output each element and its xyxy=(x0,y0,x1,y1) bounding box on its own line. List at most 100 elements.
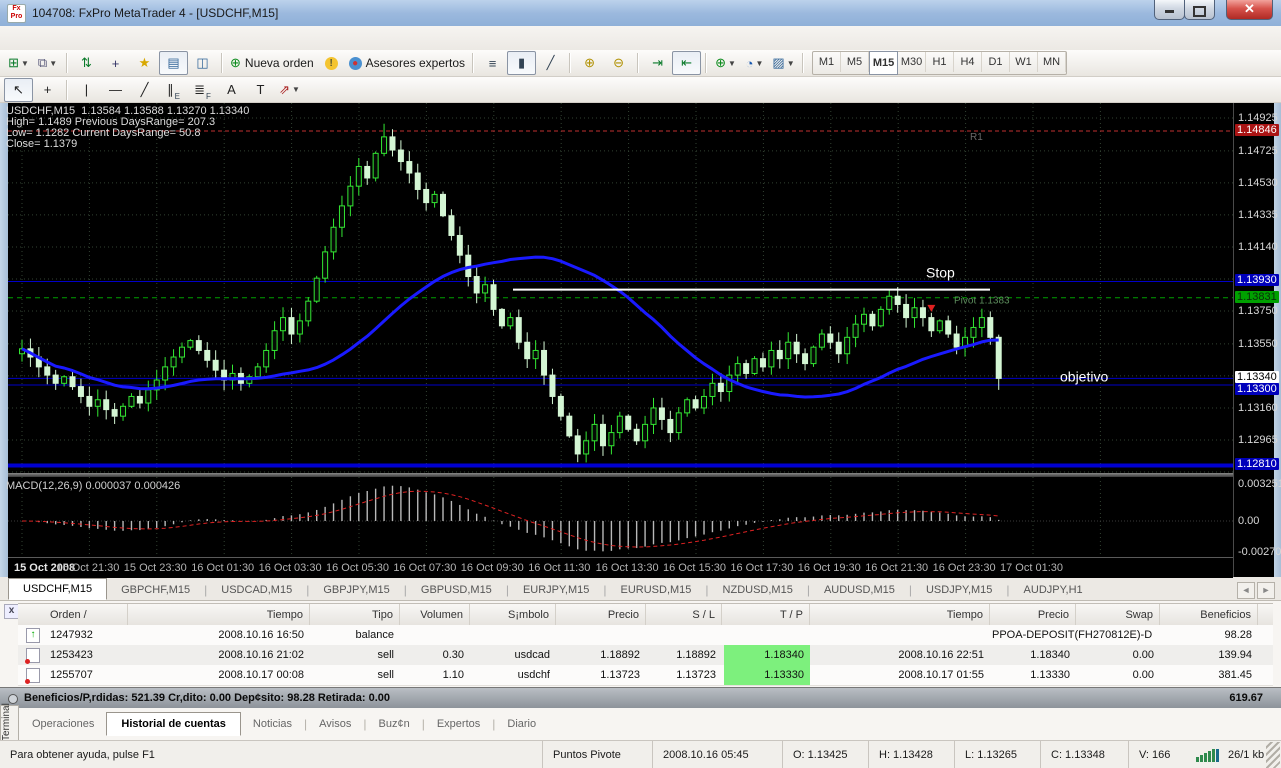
new-order-button[interactable]: ⊕Nueva orden xyxy=(227,51,317,75)
templates-caret-icon[interactable]: ▼ xyxy=(787,59,795,68)
minimize-button[interactable] xyxy=(1154,0,1185,20)
pivot-label[interactable]: Pivot 1.1383 xyxy=(954,296,1010,307)
arrows-tool-icon[interactable]: ⇗▼ xyxy=(275,78,304,102)
objetivo-label[interactable]: objetivo xyxy=(1060,369,1108,385)
time-axis[interactable]: 15 Oct 200815 Oct 21:3015 Oct 23:3016 Oc… xyxy=(8,557,1233,578)
zoom-out-icon: ⊖ xyxy=(613,55,624,71)
column-header-t-p[interactable]: T / P xyxy=(724,604,810,626)
line-chart-mode-icon[interactable]: ╱ xyxy=(536,51,565,75)
text-label-tool-icon[interactable]: T xyxy=(246,78,275,102)
timeframe-d1[interactable]: D1 xyxy=(982,52,1010,72)
timeframe-m1[interactable]: M1 xyxy=(813,52,841,72)
column-header-tiempo-2[interactable]: Tiempo xyxy=(812,604,990,626)
chart-tab-gbpjpy-m15[interactable]: GBPJPY,M15 xyxy=(309,580,403,600)
cell-tipo: sell xyxy=(312,665,400,685)
chart-tab-usdchf-m15[interactable]: USDCHF,M15 xyxy=(8,578,107,600)
profiles-icon[interactable]: ⧉▼ xyxy=(33,51,62,75)
indicators-icon[interactable]: ⊕▼ xyxy=(711,51,740,75)
chart-tab-eurjpy-m15[interactable]: EURJPY,M15 xyxy=(509,580,603,600)
column-header-precio[interactable]: Precio xyxy=(558,604,646,626)
timeframe-m30[interactable]: M30 xyxy=(898,52,926,72)
chart-tab-gbpusd-m15[interactable]: GBPUSD,M15 xyxy=(407,580,506,600)
timeframe-h4[interactable]: H4 xyxy=(954,52,982,72)
terminal-panel-icon[interactable]: ▤ xyxy=(159,51,188,75)
column-header-beneficios-2[interactable]: Beneficios xyxy=(1162,604,1258,626)
profiles-caret-icon[interactable]: ▼ xyxy=(49,59,57,68)
tab-scroll-right-icon[interactable]: ► xyxy=(1257,582,1275,599)
chart-tab-audusd-m15[interactable]: AUDUSD,M15 xyxy=(810,580,909,600)
column-header-swap-2[interactable]: Swap xyxy=(1078,604,1160,626)
crosshair-tool-icon[interactable]: + xyxy=(33,78,62,102)
column-header-s-l[interactable]: S / L xyxy=(648,604,722,626)
vertical-line-tool-icon[interactable]: | xyxy=(72,78,101,102)
channel-tool-icon[interactable]: ∥E xyxy=(159,78,188,102)
templates-icon[interactable]: ▨▼ xyxy=(769,51,798,75)
terminal-tab-avisos[interactable]: Avisos xyxy=(307,714,363,734)
tab-scroll-left-icon[interactable]: ◄ xyxy=(1237,582,1255,599)
terminal-side-tab[interactable]: Terminal xyxy=(0,705,19,742)
terminal-tab-diario[interactable]: Diario xyxy=(495,714,548,734)
strategy-tester-icon[interactable]: ◫ xyxy=(188,51,217,75)
maximize-button[interactable] xyxy=(1184,0,1215,20)
order-row-1247932[interactable]: ↑12479322008.10.16 16:50balancePPOA-DEPO… xyxy=(18,625,1273,646)
title-bar[interactable]: Fx Pro 104708: FxPro MetaTrader 4 - [USD… xyxy=(0,0,1281,27)
column-header-volumen[interactable]: Volumen xyxy=(402,604,470,626)
zoom-out-icon[interactable]: ⊖ xyxy=(604,51,633,75)
chart-tab-gbpchf-m15[interactable]: GBPCHF,M15 xyxy=(107,580,204,600)
cursor-tool-icon[interactable]: ↖ xyxy=(4,78,33,102)
chart-tab-usdcad-m15[interactable]: USDCAD,M15 xyxy=(207,580,306,600)
order-row-1255707[interactable]: 12557072008.10.17 00:08sell1.10usdchf1.1… xyxy=(18,665,1273,686)
timeframe-mn[interactable]: MN xyxy=(1038,52,1066,72)
resize-grip[interactable] xyxy=(1266,742,1280,768)
r1-label[interactable]: R1 xyxy=(970,132,983,143)
chart-shift-icon[interactable]: ⇤ xyxy=(672,51,701,75)
terminal-tab-noticias[interactable]: Noticias xyxy=(241,714,304,734)
chart-tab-audjpy-h1[interactable]: AUDJPY,H1 xyxy=(1010,580,1097,600)
column-header-s-mbolo[interactable]: S¡mbolo xyxy=(472,604,556,626)
terminal-tab-buz-n[interactable]: Buz¢n xyxy=(367,714,422,734)
navigator-icon[interactable]: ★ xyxy=(130,51,159,75)
column-header-tipo[interactable]: Tipo xyxy=(312,604,400,626)
market-watch-icon[interactable]: ⇅ xyxy=(72,51,101,75)
column-header-precio-2[interactable]: Precio xyxy=(992,604,1076,626)
periods-caret-icon[interactable]: ▼ xyxy=(755,59,763,68)
metaeditor-warning-icon[interactable]: ! xyxy=(317,51,346,75)
periods-icon[interactable]: ◔▼ xyxy=(740,51,769,75)
text-tool-icon[interactable]: A xyxy=(217,78,246,102)
stop-label[interactable]: Stop xyxy=(926,264,955,280)
timeframe-h1[interactable]: H1 xyxy=(926,52,954,72)
macd-canvas[interactable] xyxy=(8,477,1233,557)
orders-table-header: Orden /TiempoTipoVolumenS¡mboloPrecioS /… xyxy=(18,603,1273,627)
zoom-in-icon[interactable]: ⊕ xyxy=(575,51,604,75)
time-axis-label: 16 Oct 03:30 xyxy=(259,562,322,574)
terminal-tab-operaciones[interactable]: Operaciones xyxy=(20,714,106,734)
price-axis[interactable]: 1.149251.147251.145301.143351.141401.137… xyxy=(1233,103,1274,577)
timeframe-m5[interactable]: M5 xyxy=(841,52,869,72)
main-chart-canvas[interactable]: Stop objetivo Pivot 1.1383 R1 xyxy=(8,103,1233,473)
timeframe-w1[interactable]: W1 xyxy=(1010,52,1038,72)
expert-advisors-button[interactable]: ●Asesores expertos xyxy=(346,51,468,75)
candlestick-mode-icon[interactable]: ▮ xyxy=(507,51,536,75)
timeframe-m15[interactable]: M15 xyxy=(869,51,898,75)
terminal-close-icon[interactable]: x xyxy=(4,604,19,619)
order-row-1253423[interactable]: 12534232008.10.16 21:02sell0.30usdcad1.1… xyxy=(18,645,1273,666)
close-button[interactable]: ✕ xyxy=(1226,0,1273,20)
indicators-caret-icon[interactable]: ▼ xyxy=(728,59,736,68)
trendline-tool-icon[interactable]: ╱ xyxy=(130,78,159,102)
new-chart-caret-icon[interactable]: ▼ xyxy=(21,59,29,68)
column-header-tiempo[interactable]: Tiempo xyxy=(130,604,310,626)
chart-tab-eurusd-m15[interactable]: EURUSD,M15 xyxy=(607,580,706,600)
chart-tab-nzdusd-m15[interactable]: NZDUSD,M15 xyxy=(709,580,807,600)
auto-scroll-icon: ⇥ xyxy=(652,55,663,71)
terminal-tab-expertos[interactable]: Expertos xyxy=(425,714,492,734)
chart-tab-usdjpy-m15[interactable]: USDJPY,M15 xyxy=(912,580,1006,600)
column-header-orden[interactable]: Orden / xyxy=(44,604,128,626)
bar-chart-mode-icon[interactable]: ≡ xyxy=(478,51,507,75)
terminal-tab-historial-de-cuentas[interactable]: Historial de cuentas xyxy=(106,712,241,736)
auto-scroll-icon[interactable]: ⇥ xyxy=(643,51,672,75)
fibonacci-tool-icon[interactable]: ≣F xyxy=(188,78,217,102)
horizontal-line-tool-icon[interactable]: — xyxy=(101,78,130,102)
new-chart-icon[interactable]: ⊞▼ xyxy=(4,51,33,75)
data-window-icon[interactable]: + xyxy=(101,51,130,75)
arrows-tool-caret-icon[interactable]: ▼ xyxy=(292,85,300,94)
